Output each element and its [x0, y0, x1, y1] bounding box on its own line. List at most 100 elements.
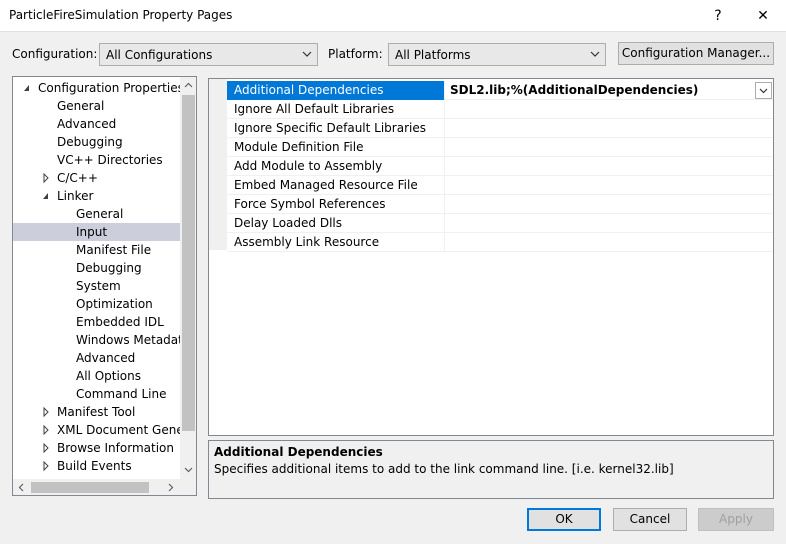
- tree-item[interactable]: Input: [13, 223, 180, 241]
- tree-item[interactable]: Linker: [13, 187, 180, 205]
- scroll-down-icon[interactable]: [183, 464, 194, 475]
- scroll-up-icon[interactable]: [183, 80, 194, 91]
- tree-item[interactable]: Configuration Properties: [13, 79, 184, 97]
- property-row[interactable]: Add Module to Assembly: [227, 157, 773, 176]
- tree-item[interactable]: All Options: [13, 367, 180, 385]
- configuration-dropdown[interactable]: All Configurations: [99, 43, 318, 66]
- property-row[interactable]: Delay Loaded Dlls: [227, 214, 773, 233]
- ok-button[interactable]: OK: [527, 508, 601, 531]
- tree-item[interactable]: Advanced: [13, 115, 180, 133]
- tree-item[interactable]: Advanced: [13, 349, 180, 367]
- tree-horizontal-scroll-thumb[interactable]: [31, 482, 149, 493]
- cancel-button[interactable]: Cancel: [613, 508, 687, 531]
- property-row[interactable]: Force Symbol References: [227, 195, 773, 214]
- tree-item[interactable]: Optimization: [13, 295, 180, 313]
- expanded-arrow-icon[interactable]: [22, 79, 32, 97]
- collapsed-arrow-icon[interactable]: [41, 169, 51, 187]
- collapsed-arrow-icon[interactable]: [41, 457, 51, 475]
- tree-item[interactable]: General: [13, 205, 180, 223]
- property-name: Delay Loaded Dlls: [227, 214, 445, 233]
- tree-item-label: Advanced: [57, 117, 117, 131]
- title-bar: ParticleFireSimulation Property Pages ? …: [0, 0, 786, 32]
- property-row[interactable]: Ignore All Default Libraries: [227, 100, 773, 119]
- property-row[interactable]: Assembly Link Resource: [227, 233, 773, 252]
- tree-item-label: Input: [76, 225, 108, 239]
- description-text: Specifies additional items to add to the…: [214, 462, 674, 476]
- platform-value: All Platforms: [395, 48, 471, 62]
- property-tree[interactable]: Configuration Properties General Advanced D…: [12, 76, 197, 496]
- property-value[interactable]: SDL2.lib;%(AdditionalDependencies): [446, 81, 773, 100]
- close-button[interactable]: ✕: [740, 0, 786, 32]
- tree-item-label: Optimization: [76, 297, 153, 311]
- property-name: Embed Managed Resource File: [227, 176, 445, 195]
- description-title: Additional Dependencies: [214, 445, 383, 459]
- tree-item-label: VC++ Directories: [57, 153, 163, 167]
- property-row[interactable]: Module Definition File: [227, 138, 773, 157]
- tree-item-label: Manifest Tool: [57, 405, 136, 419]
- tree-item-label: Advanced: [76, 351, 136, 365]
- property-value[interactable]: [446, 176, 773, 195]
- help-button[interactable]: ?: [695, 0, 741, 32]
- tree-item[interactable]: Debugging: [13, 133, 180, 151]
- configuration-value: All Configurations: [106, 48, 213, 62]
- tree-item[interactable]: Browse Information: [13, 439, 180, 457]
- tree-item[interactable]: VC++ Directories: [13, 151, 180, 169]
- configuration-label: Configuration:: [12, 47, 98, 61]
- platform-label: Platform:: [328, 47, 383, 61]
- tree-item-label: General: [57, 99, 105, 113]
- property-grid[interactable]: Additional Dependencies SDL2.lib;%(Additi…: [208, 78, 774, 436]
- property-name: Module Definition File: [227, 138, 445, 157]
- tree-item-label: System: [76, 279, 121, 293]
- tree-item-label: Configuration Properties: [38, 81, 184, 95]
- property-name: Ignore All Default Libraries: [227, 100, 445, 119]
- tree-item[interactable]: System: [13, 277, 180, 295]
- value-dropdown-button[interactable]: [755, 82, 772, 99]
- tree-item[interactable]: Build Events: [13, 457, 180, 475]
- tree-item[interactable]: Debugging: [13, 259, 180, 277]
- collapsed-arrow-icon[interactable]: [41, 403, 51, 421]
- scrollbar-corner: [180, 479, 196, 495]
- platform-dropdown[interactable]: All Platforms: [388, 43, 606, 66]
- tree-item[interactable]: Command Line: [13, 385, 180, 403]
- collapsed-arrow-icon[interactable]: [41, 421, 51, 439]
- tree-item-label: Linker: [57, 189, 94, 203]
- property-row[interactable]: Additional Dependencies SDL2.lib;%(Additi…: [227, 81, 773, 100]
- property-value[interactable]: [446, 100, 773, 119]
- tree-item[interactable]: C/C++: [13, 169, 180, 187]
- grid-gutter: [209, 79, 227, 250]
- window-title: ParticleFireSimulation Property Pages: [9, 8, 233, 22]
- tree-vertical-scrollbar[interactable]: [180, 77, 196, 479]
- property-value[interactable]: [446, 138, 773, 157]
- configuration-manager-button[interactable]: Configuration Manager...: [618, 42, 774, 65]
- tree-item[interactable]: XML Document Genera: [13, 421, 196, 439]
- tree-vertical-scroll-thumb[interactable]: [182, 95, 195, 431]
- tree-item-label: Browse Information: [57, 441, 174, 455]
- tree-item[interactable]: General: [13, 97, 180, 115]
- tree-item[interactable]: Manifest Tool: [13, 403, 180, 421]
- property-value[interactable]: [446, 214, 773, 233]
- expanded-arrow-icon[interactable]: [41, 187, 51, 205]
- description-pane: Additional Dependencies Specifies additi…: [208, 440, 774, 499]
- property-name: Additional Dependencies: [227, 81, 445, 100]
- property-row[interactable]: Ignore Specific Default Libraries: [227, 119, 773, 138]
- property-name: Assembly Link Resource: [227, 233, 445, 252]
- tree-item-label: Build Events: [57, 459, 132, 473]
- tree-item[interactable]: Embedded IDL: [13, 313, 180, 331]
- tree-horizontal-scrollbar[interactable]: [13, 479, 180, 495]
- property-value[interactable]: [446, 119, 773, 138]
- property-row[interactable]: Embed Managed Resource File: [227, 176, 773, 195]
- tree-item-label: C/C++: [57, 171, 98, 185]
- tree-item-label: Command Line: [76, 387, 167, 401]
- tree-item[interactable]: Manifest File: [13, 241, 180, 259]
- scroll-right-icon[interactable]: [165, 482, 176, 493]
- property-value[interactable]: [446, 157, 773, 176]
- collapsed-arrow-icon[interactable]: [41, 439, 51, 457]
- tree-item-label: Embedded IDL: [76, 315, 164, 329]
- tree-item-label: Manifest File: [76, 243, 152, 257]
- scroll-left-icon[interactable]: [16, 482, 27, 493]
- chevron-down-icon: [759, 88, 768, 94]
- tree-item[interactable]: Windows Metadata: [13, 331, 190, 349]
- property-value[interactable]: [446, 195, 773, 214]
- property-value[interactable]: [446, 233, 773, 252]
- apply-button[interactable]: Apply: [698, 508, 774, 531]
